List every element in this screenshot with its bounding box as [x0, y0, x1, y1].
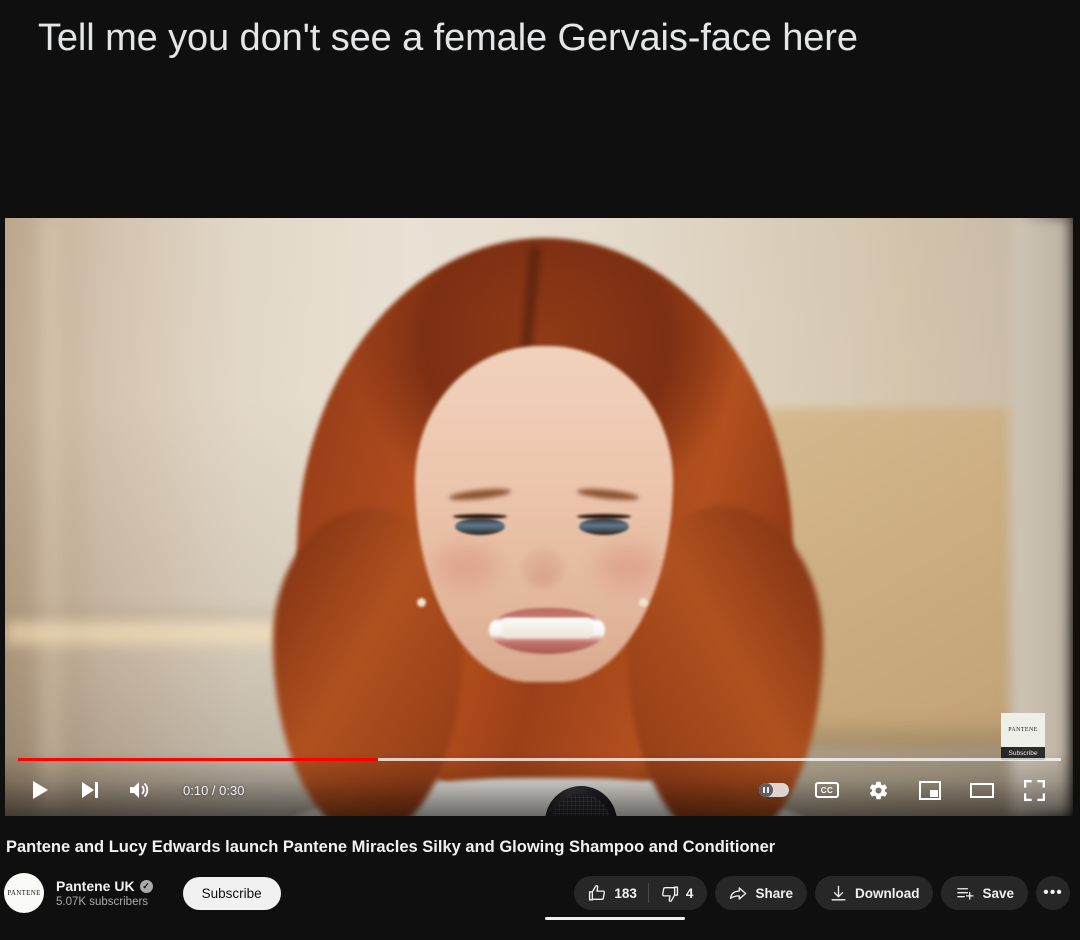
subject-nose — [521, 548, 565, 588]
subscribe-button[interactable]: Subscribe — [182, 876, 281, 910]
channel-name-row[interactable]: Pantene UK ✓ — [56, 878, 153, 894]
subject-cheek-right — [597, 544, 659, 588]
post-title: Tell me you don't see a female Gervais-f… — [38, 17, 858, 59]
download-label: Download — [854, 885, 920, 901]
player-controls: 0:10 / 0:30 CC — [5, 752, 1073, 816]
progress-bar[interactable] — [18, 758, 1061, 761]
dislike-count: 4 — [685, 885, 694, 901]
video-meta-row: PANTENE Pantene UK ✓ 5.07K subscribers S… — [0, 868, 1080, 918]
verified-badge-icon: ✓ — [139, 879, 153, 893]
horizontal-scrollbar[interactable] — [545, 917, 685, 920]
save-label: Save — [982, 885, 1014, 901]
download-icon — [829, 884, 848, 903]
video-frame — [5, 218, 1073, 816]
controls-right: CC — [759, 777, 1073, 803]
action-buttons: 183 4 Share Download Save ••• — [574, 876, 1080, 910]
theater-mode-icon[interactable] — [969, 777, 995, 803]
youtube-video-page: Tell me you don't see a female Gervais-f… — [0, 0, 1080, 940]
subject-earring-left — [417, 598, 426, 607]
time-display: 0:10 / 0:30 — [183, 782, 245, 798]
subject-eye-left — [455, 518, 505, 535]
share-label: Share — [755, 885, 793, 901]
like-dislike-group[interactable]: 183 4 — [574, 876, 708, 910]
share-button[interactable]: Share — [715, 876, 807, 910]
fullscreen-icon[interactable] — [1021, 777, 1047, 803]
like-dislike-divider — [647, 883, 649, 903]
autoplay-toggle[interactable] — [759, 783, 789, 797]
save-button[interactable]: Save — [941, 876, 1028, 910]
share-icon — [729, 884, 748, 903]
volume-icon[interactable] — [127, 777, 153, 803]
save-playlist-icon — [955, 884, 975, 903]
channel-text: Pantene UK ✓ 5.07K subscribers — [56, 878, 153, 908]
subject-eye-right — [579, 518, 629, 535]
subject-earring-right — [639, 598, 648, 607]
autoplay-knob — [759, 783, 773, 797]
controls-row: 0:10 / 0:30 CC — [5, 770, 1073, 810]
more-actions-button[interactable]: ••• — [1036, 876, 1070, 910]
subject-cheek-left — [435, 544, 497, 588]
subscriber-count: 5.07K subscribers — [56, 896, 149, 908]
background-wall-trim — [43, 218, 69, 816]
next-video-button[interactable] — [77, 777, 103, 803]
progress-bar-fill — [18, 758, 378, 761]
gear-icon[interactable] — [865, 777, 891, 803]
subject-teeth — [501, 618, 593, 638]
watermark-brand: PANTENE — [1001, 713, 1045, 747]
video-player[interactable]: PANTENE Subscribe — [5, 218, 1073, 816]
thumbs-down-icon[interactable] — [660, 884, 679, 903]
play-button[interactable] — [27, 777, 53, 803]
miniplayer-icon[interactable] — [917, 777, 943, 803]
thumbs-up-icon[interactable] — [588, 884, 607, 903]
channel-name: Pantene UK — [56, 878, 135, 894]
download-button[interactable]: Download — [814, 876, 934, 910]
controls-left: 0:10 / 0:30 — [5, 777, 244, 803]
like-count: 183 — [614, 885, 637, 901]
video-title[interactable]: Pantene and Lucy Edwards launch Pantene … — [6, 838, 1006, 857]
channel-group[interactable]: PANTENE Pantene UK ✓ 5.07K subscribers S… — [0, 873, 281, 913]
captions-icon[interactable]: CC — [815, 782, 839, 798]
avatar[interactable]: PANTENE — [4, 873, 44, 913]
